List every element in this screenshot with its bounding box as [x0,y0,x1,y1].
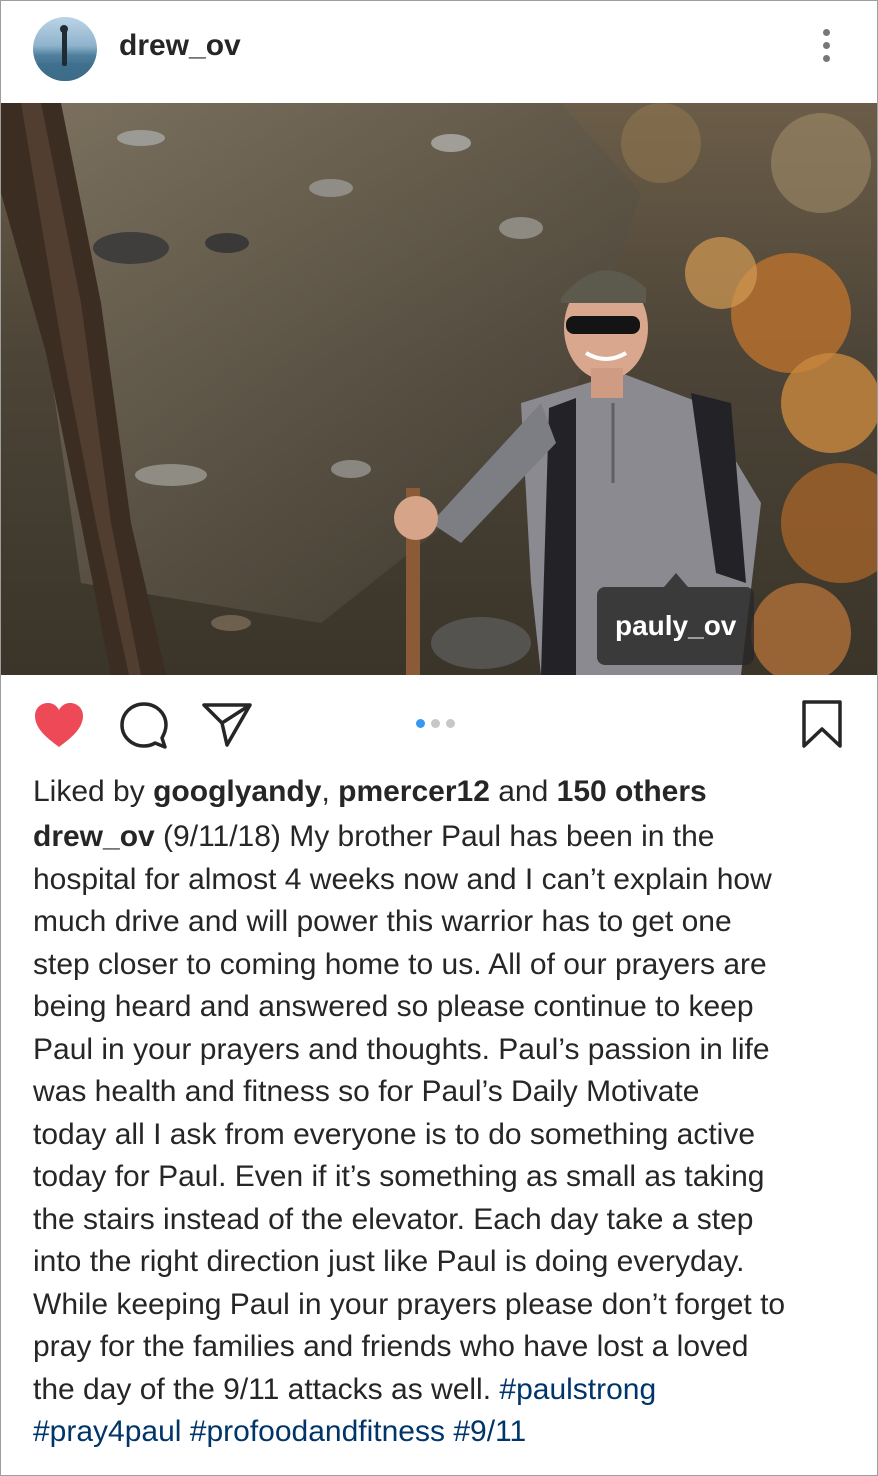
bookmark-icon[interactable] [801,699,843,749]
instagram-post: drew_ov pauly_ov Liked by googlyandy, pm… [0,0,878,1476]
liker-link[interactable]: pmercer12 [338,775,490,808]
carousel-dot [416,719,425,728]
carousel-dot [446,719,455,728]
comment-icon[interactable] [119,701,169,751]
avatar[interactable] [33,17,97,81]
likes-line: Liked by googlyandy, pmercer12 and 150 o… [33,771,707,813]
likes-separator: , [321,775,330,808]
action-bar [1,691,877,755]
post-photo[interactable]: pauly_ov [1,103,877,675]
hashtag-link[interactable]: #pray4paul [33,1415,181,1448]
post-username[interactable]: drew_ov [119,29,241,63]
carousel-indicator [416,715,461,733]
carousel-dot [431,719,440,728]
liker-link[interactable]: googlyandy [153,775,321,808]
likes-prefix: Liked by [33,775,145,808]
share-icon[interactable] [201,701,253,749]
heart-icon[interactable] [33,701,85,749]
caption-text: (9/11/18) My brother Paul has been in th… [33,820,786,1406]
hashtag-link[interactable]: #9/11 [453,1415,526,1448]
post-caption: drew_ov (9/11/18) My brother Paul has be… [33,816,859,1454]
likes-count-link[interactable]: 150 others [557,775,707,808]
photo-user-tag[interactable]: pauly_ov [597,573,755,665]
caption-author[interactable]: drew_ov [33,820,155,853]
more-options-icon[interactable] [813,29,839,69]
hashtag-link[interactable]: #paulstrong [499,1373,656,1406]
post-header: drew_ov [1,1,877,101]
likes-and: and [498,775,549,808]
hashtag-link[interactable]: #profoodandfitness [190,1415,445,1448]
